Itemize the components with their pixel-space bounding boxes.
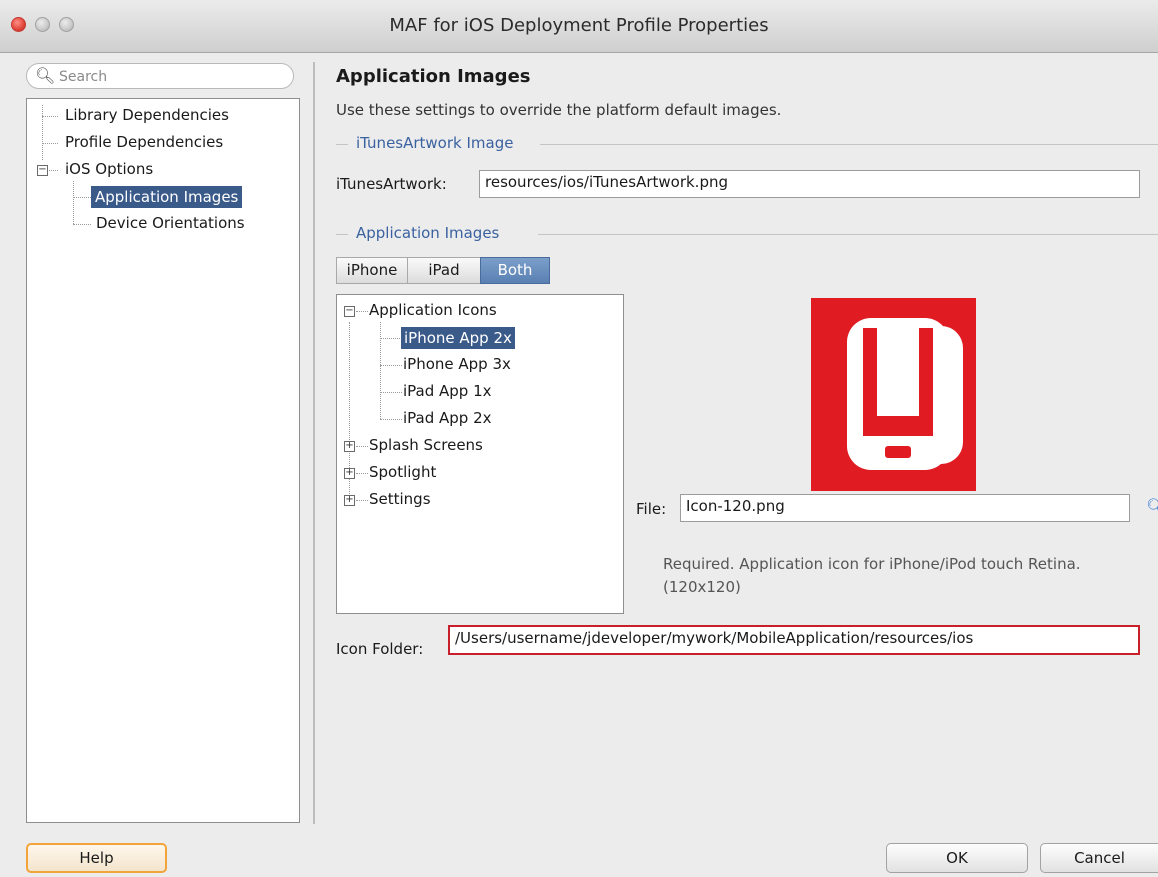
- navigation-tree: − Library Dependencies Profile Dependenc…: [26, 98, 300, 823]
- images-tree: − + + + Application Icons iPhone App 2x …: [336, 294, 624, 614]
- cancel-button[interactable]: Cancel: [1040, 843, 1158, 873]
- expand-icon[interactable]: +: [344, 441, 355, 452]
- file-help-text: Required. Application icon for iPhone/iP…: [663, 553, 1143, 599]
- icon-folder-field[interactable]: /Users/username/jdeveloper/mywork/Mobile…: [448, 625, 1140, 655]
- expand-icon[interactable]: +: [344, 495, 355, 506]
- file-label: File:: [636, 500, 667, 518]
- collapse-icon[interactable]: −: [37, 165, 48, 176]
- tree-item-spotlight[interactable]: Spotlight: [369, 463, 436, 481]
- title-bar: MAF for iOS Deployment Profile Propertie…: [0, 0, 1158, 53]
- collapse-icon[interactable]: −: [344, 306, 355, 317]
- nav-item-ios-options[interactable]: iOS Options: [65, 160, 153, 178]
- splitter[interactable]: [313, 62, 315, 824]
- tab-iphone[interactable]: iPhone: [336, 257, 408, 284]
- tree-item-ipad-app-2x[interactable]: iPad App 2x: [403, 409, 492, 427]
- nav-item-profile-dependencies[interactable]: Profile Dependencies: [65, 133, 223, 151]
- tree-item-iphone-app-3x[interactable]: iPhone App 3x: [403, 355, 511, 373]
- page-description: Use these settings to override the platf…: [336, 101, 782, 119]
- tree-item-splash-screens[interactable]: Splash Screens: [369, 436, 483, 454]
- mobile-device-icon: [847, 318, 963, 470]
- application-images-section-title: Application Images: [356, 224, 500, 242]
- nav-item-application-images[interactable]: Application Images: [91, 186, 243, 208]
- nav-item-library-dependencies[interactable]: Library Dependencies: [65, 106, 229, 124]
- ok-button[interactable]: OK: [886, 843, 1028, 873]
- tree-item-ipad-app-1x[interactable]: iPad App 1x: [403, 382, 492, 400]
- tree-item-application-icons[interactable]: Application Icons: [369, 301, 497, 319]
- search-input[interactable]: [57, 67, 286, 87]
- search-icon: 🔍︎: [35, 66, 56, 85]
- search-field[interactable]: 🔍︎: [26, 63, 294, 89]
- browse-search-icon[interactable]: 🔍︎: [1146, 497, 1158, 516]
- itunes-section-title: iTunesArtwork Image: [356, 134, 514, 152]
- file-help-line: Required. Application icon for iPhone/iP…: [663, 555, 1081, 573]
- page-title: Application Images: [336, 66, 531, 87]
- nav-item-device-orientations[interactable]: Device Orientations: [96, 214, 245, 232]
- tab-both[interactable]: Both: [480, 257, 550, 284]
- itunes-artwork-field[interactable]: resources/ios/iTunesArtwork.png: [479, 170, 1140, 198]
- window-title: MAF for iOS Deployment Profile Propertie…: [389, 15, 769, 36]
- tree-item-settings[interactable]: Settings: [369, 490, 431, 508]
- icon-folder-label: Icon Folder:: [336, 640, 424, 658]
- file-field[interactable]: Icon-120.png: [680, 494, 1130, 522]
- app-icon-preview: [811, 298, 976, 491]
- tab-ipad[interactable]: iPad: [407, 257, 481, 284]
- help-button[interactable]: Help: [26, 843, 167, 873]
- file-help-line: (120x120): [663, 578, 741, 596]
- expand-icon[interactable]: +: [344, 468, 355, 479]
- tree-item-iphone-app-2x[interactable]: iPhone App 2x: [401, 327, 515, 349]
- itunes-artwork-label: iTunesArtwork:: [336, 175, 447, 193]
